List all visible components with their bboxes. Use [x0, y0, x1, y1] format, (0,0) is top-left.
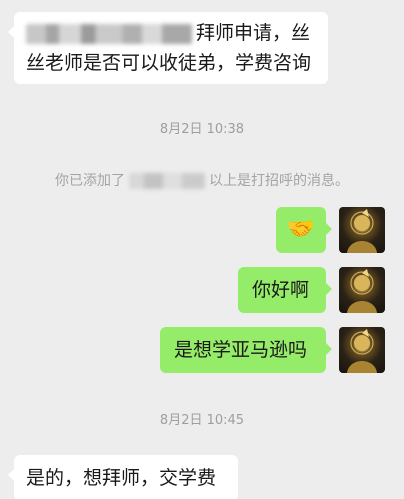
- system-message: 你已添加了 以上是打招呼的消息。: [0, 170, 404, 190]
- user-avatar-icon[interactable]: [339, 207, 385, 253]
- outgoing-message-bubble[interactable]: 你好啊: [238, 267, 332, 313]
- user-avatar-icon[interactable]: [339, 267, 385, 313]
- user-avatar-icon[interactable]: [339, 327, 385, 373]
- incoming-message-bubble[interactable]: 拜师申请，丝丝老师是否可以收徒弟，学费咨询: [8, 12, 328, 84]
- incoming-message-bubble[interactable]: 是的，想拜师，交学费: [8, 455, 238, 499]
- handshake-emoji: 🤝: [287, 217, 315, 242]
- message-text: 是的，想拜师，交学费: [26, 467, 217, 489]
- outgoing-message-bubble[interactable]: 是想学亚马逊吗: [160, 327, 332, 373]
- system-message-suffix: 以上是打招呼的消息。: [209, 173, 349, 189]
- chat-window: 拜师申请，丝丝老师是否可以收徒弟，学费咨询 8月2日 10:38 你已添加了 以上…: [0, 0, 404, 499]
- message-timestamp: 8月2日 10:45: [159, 413, 245, 428]
- redacted-contact-name: [129, 173, 205, 189]
- system-message-prefix: 你已添加了: [55, 173, 125, 189]
- message-text: 你好啊: [252, 279, 310, 301]
- outgoing-message-bubble[interactable]: 🤝: [276, 207, 332, 253]
- message-text: 是想学亚马逊吗: [174, 339, 308, 361]
- redacted-name: [26, 23, 192, 44]
- message-timestamp: 8月2日 10:38: [159, 122, 245, 137]
